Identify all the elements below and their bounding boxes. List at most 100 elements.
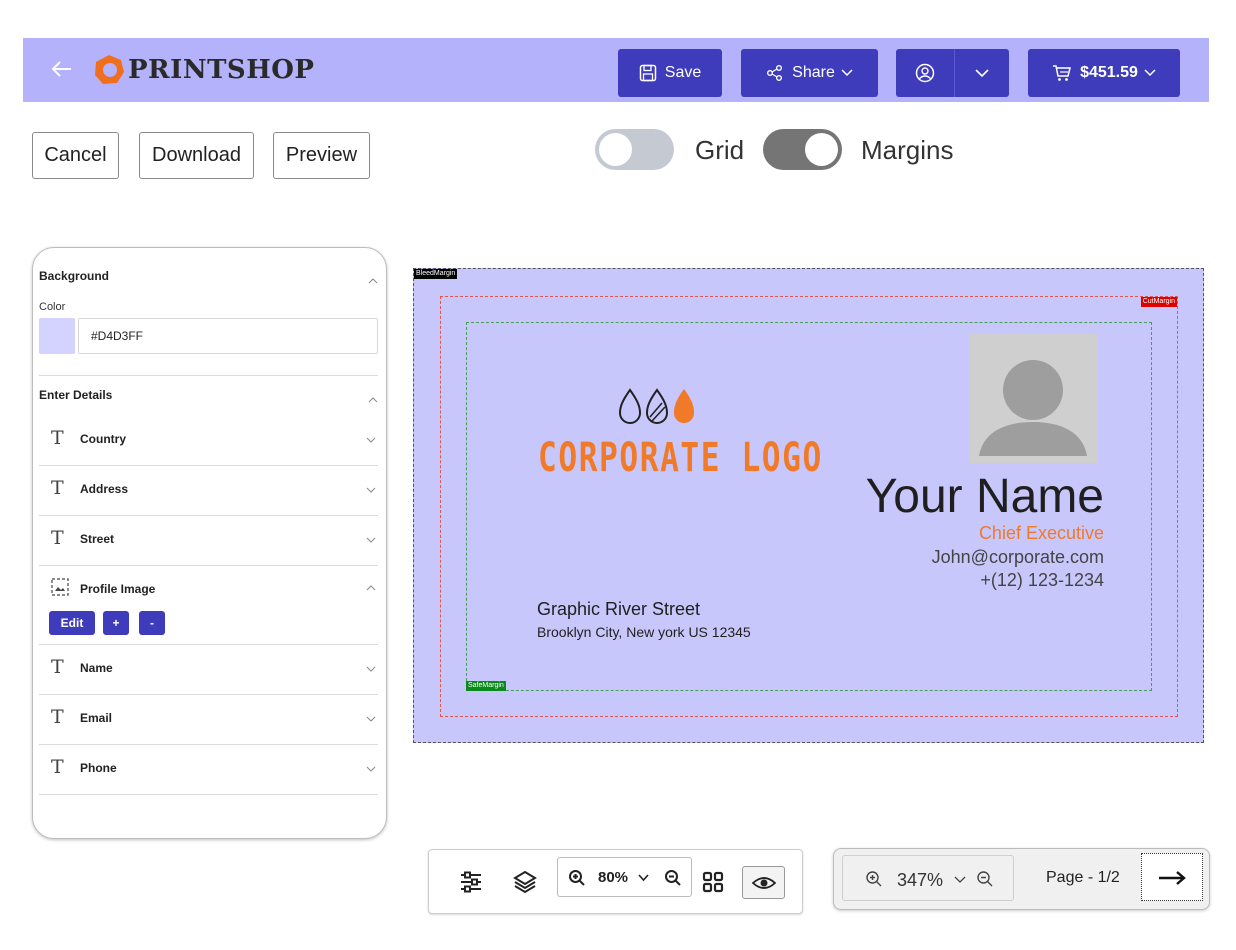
chevron-down-icon (366, 537, 376, 543)
corporate-logo-text[interactable]: CORPORATE LOGO (538, 435, 823, 481)
top-header: PRINTSHOP Save Share $451.59 (23, 38, 1209, 102)
text-icon: T (51, 756, 64, 778)
account-icon (915, 63, 935, 83)
field-label: Name (80, 661, 113, 675)
grid-toggle[interactable] (595, 129, 674, 170)
text-icon: T (51, 706, 64, 728)
color-label: Color (39, 301, 66, 313)
save-button[interactable]: Save (618, 49, 722, 97)
field-label: Email (80, 711, 113, 725)
field-label: Profile Image (80, 582, 156, 596)
preview-zoom-value[interactable]: 347% (897, 870, 943, 891)
chevron-up-icon (366, 585, 376, 591)
zoom-out-icon[interactable] (664, 869, 682, 887)
preview-button[interactable]: Preview (273, 132, 370, 179)
chevron-down-icon (366, 487, 376, 493)
chevron-up-icon[interactable] (368, 276, 378, 286)
page-navigation: 347% Page - 1/2 (833, 848, 1210, 910)
adjustments-icon[interactable] (458, 869, 484, 895)
chevron-down-icon (366, 666, 376, 672)
text-icon: T (51, 656, 64, 678)
card-role[interactable]: Chief Executive (979, 523, 1104, 544)
field-name[interactable]: T Name (39, 645, 378, 695)
details-section-title: Enter Details (39, 388, 113, 402)
color-hex-input[interactable]: #D4D3FF (78, 318, 378, 354)
account-menu (896, 49, 1009, 97)
field-label: Phone (80, 761, 117, 775)
field-label: Street (80, 532, 115, 546)
divider (39, 375, 378, 376)
design-canvas[interactable]: BleedMargin CutMargin SafeMargin CORPORA… (413, 268, 1204, 743)
share-button[interactable]: Share (741, 49, 878, 97)
zoom-out-icon[interactable] (976, 870, 994, 888)
share-icon (767, 65, 783, 81)
field-email[interactable]: T Email (39, 695, 378, 745)
cart-icon (1053, 65, 1072, 81)
back-arrow-icon[interactable] (49, 54, 75, 84)
layers-icon[interactable] (512, 869, 538, 895)
tools-toolbar: 80% (428, 849, 803, 914)
preview-zoom-control: 347% (842, 855, 1014, 901)
printshop-logo-icon (93, 54, 125, 86)
grid-label: Grid (695, 135, 745, 165)
text-icon: T (51, 477, 64, 499)
background-section-title: Background (39, 269, 110, 283)
chevron-up-icon[interactable] (368, 395, 378, 405)
zoom-in-icon[interactable] (568, 869, 586, 887)
margins-toggle[interactable] (763, 129, 842, 170)
bleed-margin-tag: BleedMargin (414, 269, 458, 279)
account-dropdown-button[interactable] (955, 49, 1009, 97)
drops-logo-icon[interactable] (618, 387, 696, 425)
account-button[interactable] (896, 49, 954, 97)
field-street[interactable]: T Street (39, 516, 378, 566)
profile-image[interactable] (969, 334, 1098, 463)
remove-image-button[interactable]: - (139, 611, 165, 635)
zoom-in-icon[interactable] (865, 870, 883, 888)
save-label: Save (664, 64, 702, 81)
toggle-knob (805, 133, 838, 166)
field-phone[interactable]: T Phone (39, 745, 378, 795)
page-indicator: Page - 1/2 (1046, 869, 1120, 886)
card-street[interactable]: Graphic River Street (537, 599, 700, 620)
chevron-down-icon[interactable] (638, 874, 649, 882)
text-icon: T (51, 427, 64, 449)
image-icon (51, 578, 69, 596)
chevron-down-icon (366, 437, 376, 443)
visibility-button[interactable] (742, 866, 785, 899)
card-name[interactable]: Your Name (866, 469, 1104, 524)
zoom-value[interactable]: 80% (598, 869, 628, 886)
field-label: Address (80, 482, 129, 496)
cancel-button[interactable]: Cancel (32, 132, 119, 179)
download-button[interactable]: Download (139, 132, 254, 179)
chevron-down-icon (841, 69, 853, 77)
text-icon: T (51, 527, 64, 549)
card-city[interactable]: Brooklyn City, New york US 12345 (537, 624, 751, 640)
cart-total: $451.59 (1080, 64, 1138, 81)
share-label: Share (792, 64, 835, 81)
card-email[interactable]: John@corporate.com (932, 547, 1104, 568)
chevron-down-icon (366, 716, 376, 722)
cart-button[interactable]: $451.59 (1028, 49, 1180, 97)
chevron-down-icon[interactable] (954, 876, 966, 884)
properties-panel: Background Color #D4D3FF Enter Details T… (32, 247, 387, 839)
avatar-icon (979, 360, 1087, 456)
grid-view-icon[interactable] (701, 870, 725, 894)
edit-image-button[interactable]: Edit (49, 611, 95, 635)
field-country[interactable]: T Country (39, 416, 378, 466)
color-swatch[interactable] (39, 318, 75, 354)
eye-icon (752, 877, 776, 889)
toggle-knob (599, 133, 632, 166)
card-phone[interactable]: +(12) 123-1234 (980, 570, 1104, 591)
brand-name: PRINTSHOP (128, 55, 315, 85)
chevron-down-icon (975, 68, 989, 77)
add-image-button[interactable]: + (103, 611, 129, 635)
save-icon (639, 64, 657, 82)
field-label: Country (80, 432, 126, 446)
chevron-down-icon (1144, 69, 1156, 77)
next-page-button[interactable] (1141, 853, 1203, 901)
arrow-right-icon (1159, 871, 1186, 885)
chevron-down-icon (366, 766, 376, 772)
zoom-control: 80% (557, 857, 692, 897)
field-address[interactable]: T Address (39, 466, 378, 516)
safe-margin-tag: SafeMargin (466, 681, 506, 691)
